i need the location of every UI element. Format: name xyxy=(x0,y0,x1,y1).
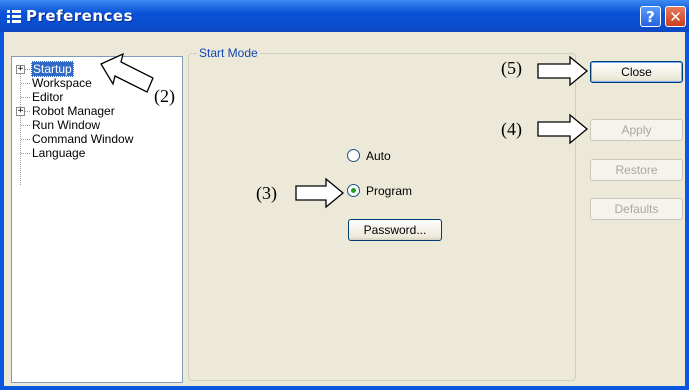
help-button[interactable]: ? xyxy=(640,6,661,27)
auto-radio[interactable] xyxy=(347,149,360,162)
expand-icon[interactable]: + xyxy=(16,65,25,74)
program-radio-label[interactable]: Program xyxy=(366,184,412,198)
tree-guide-line xyxy=(21,125,30,126)
apply-button[interactable]: Apply xyxy=(590,119,683,141)
tree-guide-line xyxy=(25,111,30,112)
tree-item-label: Startup xyxy=(31,61,74,77)
radio-selected-dot xyxy=(351,188,356,193)
callout-3: (3) xyxy=(256,183,277,203)
tree-guide-line xyxy=(21,97,30,98)
tree-guide-line xyxy=(21,139,30,140)
program-radio[interactable] xyxy=(347,184,360,197)
title-bar[interactable]: Preferences ? ✕ xyxy=(0,0,689,32)
tree-item-command-window[interactable]: Command Window xyxy=(32,132,133,146)
expand-icon[interactable]: + xyxy=(16,107,25,116)
callout-arrow-5-icon xyxy=(537,55,589,87)
defaults-button[interactable]: Defaults xyxy=(590,198,683,220)
close-window-button[interactable]: ✕ xyxy=(665,6,686,27)
window-title: Preferences xyxy=(26,7,134,25)
tree-guide-line xyxy=(25,69,30,70)
callout-arrow-3-icon xyxy=(295,177,345,209)
tree-item-workspace[interactable]: Workspace xyxy=(32,76,92,90)
tree-item-robot-manager[interactable]: Robot Manager xyxy=(32,104,115,118)
tree-item-run-window[interactable]: Run Window xyxy=(32,118,100,132)
preferences-app-icon xyxy=(7,10,21,23)
callout-5: (5) xyxy=(501,58,522,78)
tree-item-language[interactable]: Language xyxy=(32,146,85,160)
start-mode-group xyxy=(188,53,576,381)
tree-guide-line xyxy=(20,69,21,185)
password-button[interactable]: Password... xyxy=(348,219,442,241)
callout-arrow-4-icon xyxy=(537,113,589,145)
tree-item-editor[interactable]: Editor xyxy=(32,90,63,104)
tree-item-startup[interactable]: Startup xyxy=(31,61,74,77)
auto-radio-label[interactable]: Auto xyxy=(366,149,391,163)
callout-2: (2) xyxy=(154,86,175,106)
restore-button[interactable]: Restore xyxy=(590,159,683,181)
start-mode-group-label: Start Mode xyxy=(197,46,260,60)
callout-4: (4) xyxy=(501,119,522,139)
tree-guide-line xyxy=(21,83,30,84)
callout-arrow-2-icon xyxy=(100,52,154,93)
close-button[interactable]: Close xyxy=(590,61,683,83)
tree-guide-line xyxy=(21,153,30,154)
